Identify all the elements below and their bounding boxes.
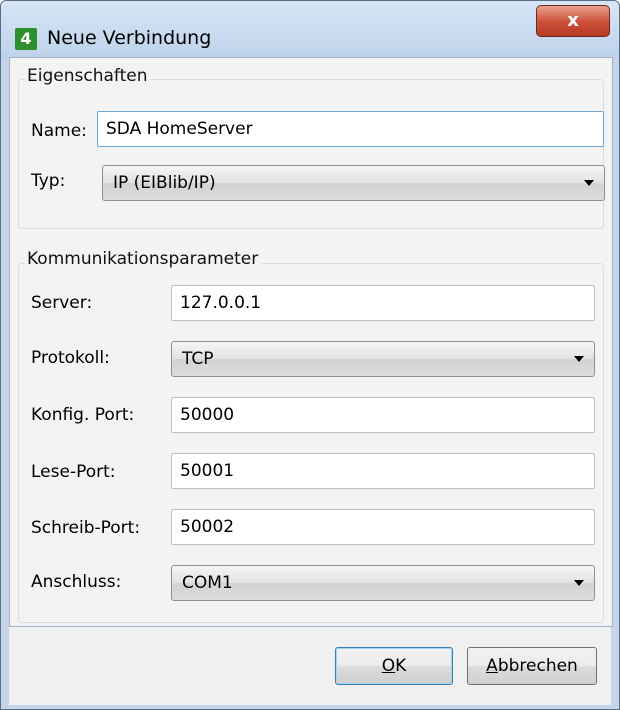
lese-port-label: Lese-Port: — [31, 462, 116, 482]
typ-dropdown-value: IP (EIBlib/IP) — [113, 173, 216, 193]
dialog-window: 4 Neue Verbindung x Eigenschaften Name: … — [0, 0, 620, 710]
ok-mnemonic: O — [381, 656, 396, 676]
typ-label: Typ: — [31, 171, 66, 191]
anschluss-label: Anschluss: — [31, 572, 122, 592]
cancel-label-rest: bbrechen — [497, 656, 578, 676]
close-icon: x — [567, 10, 579, 31]
protokoll-dropdown[interactable]: TCP — [171, 341, 595, 377]
chevron-down-icon — [574, 356, 584, 362]
app-icon: 4 — [15, 28, 37, 50]
cancel-button[interactable]: Abbrechen — [467, 647, 597, 685]
name-field[interactable]: SDA HomeServer — [97, 111, 604, 147]
schreib-port-label: Schreib-Port: — [31, 518, 141, 538]
close-button[interactable]: x — [536, 5, 610, 37]
cancel-mnemonic: A — [486, 656, 498, 676]
group-eigenschaften-legend: Eigenschaften — [25, 66, 152, 86]
group-kommunikation-legend: Kommunikationsparameter — [25, 249, 263, 269]
ok-button[interactable]: OK — [335, 647, 453, 685]
chevron-down-icon — [574, 580, 584, 586]
dialog-content: Eigenschaften Name: SDA HomeServer Typ: … — [9, 57, 613, 627]
group-eigenschaften — [18, 79, 604, 229]
name-label: Name: — [31, 121, 87, 141]
server-field[interactable]: 127.0.0.1 — [171, 285, 595, 321]
protokoll-dropdown-value: TCP — [182, 349, 214, 369]
typ-dropdown[interactable]: IP (EIBlib/IP) — [102, 165, 605, 201]
ok-label-rest: K — [395, 656, 407, 676]
schreib-port-field[interactable]: 50002 — [171, 509, 595, 545]
window-title: Neue Verbindung — [47, 27, 212, 49]
server-label: Server: — [31, 293, 93, 313]
title-bar[interactable]: 4 Neue Verbindung x — [1, 1, 619, 59]
protokoll-label: Protokoll: — [31, 348, 110, 368]
chevron-down-icon — [584, 180, 594, 186]
konfig-port-label: Konfig. Port: — [31, 405, 135, 425]
konfig-port-field[interactable]: 50000 — [171, 397, 595, 433]
lese-port-field[interactable]: 50001 — [171, 453, 595, 489]
anschluss-dropdown-value: COM1 — [182, 573, 233, 593]
anschluss-dropdown[interactable]: COM1 — [171, 565, 595, 601]
button-bar: OK Abbrechen — [9, 627, 611, 705]
